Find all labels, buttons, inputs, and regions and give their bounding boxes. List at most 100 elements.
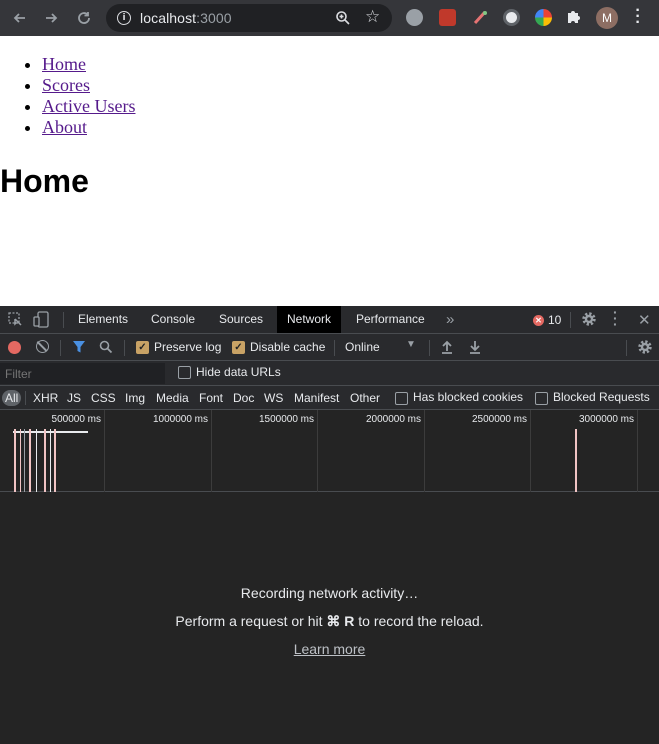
type-filter-img[interactable]: Img — [125, 390, 145, 406]
resource-type-filter: All XHR JS CSS Img Media Font Doc WS Man… — [0, 386, 659, 410]
import-har-icon[interactable] — [441, 340, 453, 357]
divider — [570, 312, 571, 328]
timeline-gridline — [317, 410, 318, 492]
back-arrow-icon[interactable] — [9, 7, 31, 29]
disable-cache-label: Disable cache — [250, 340, 326, 354]
type-filter-media[interactable]: Media — [156, 390, 189, 406]
timeline-tick-label: 2000000 ms — [365, 414, 421, 425]
blocked-requests-label: Blocked Requests — [553, 390, 650, 404]
tab-network[interactable]: Network — [277, 306, 342, 333]
filter-input[interactable] — [0, 363, 165, 384]
error-counter[interactable]: ✕ 10 — [533, 313, 561, 327]
type-filter-css[interactable]: CSS — [91, 390, 116, 406]
nav-item: Home — [42, 54, 135, 75]
type-filter-all[interactable]: All — [2, 390, 22, 406]
type-filter-manifest[interactable]: Manifest — [294, 390, 339, 406]
nav-link-active-users[interactable]: Active Users — [42, 96, 135, 116]
extension-icon[interactable] — [472, 9, 489, 26]
timeline-marker — [24, 429, 25, 492]
extension-icon[interactable] — [439, 9, 456, 26]
error-icon: ✕ — [533, 314, 544, 326]
error-count: 10 — [548, 313, 562, 327]
more-options-kebab-icon[interactable]: · · · — [613, 305, 618, 331]
divider — [626, 340, 627, 356]
type-filter-doc[interactable]: Doc — [233, 390, 254, 406]
network-overview-timeline[interactable]: 500000 ms 1000000 ms 1500000 ms 2000000 … — [0, 410, 659, 492]
timeline-tick-label: 1500000 ms — [258, 414, 314, 425]
type-filter-font[interactable]: Font — [199, 390, 223, 406]
hide-data-urls-label: Hide data URLs — [196, 365, 281, 379]
device-toolbar-icon[interactable] — [33, 311, 49, 331]
tab-sources[interactable]: Sources — [209, 306, 273, 333]
close-devtools-icon[interactable]: ✕ — [638, 311, 651, 329]
forward-arrow-icon[interactable] — [40, 7, 62, 29]
type-filter-ws[interactable]: WS — [264, 390, 283, 406]
blocked-requests-checkbox[interactable] — [535, 392, 548, 405]
learn-more-link[interactable]: Learn more — [0, 641, 659, 657]
network-settings-gear-icon[interactable] — [637, 339, 653, 358]
page-title: Home — [0, 163, 89, 199]
timeline-marker — [14, 429, 16, 492]
divider — [60, 340, 61, 356]
network-toolbar: ✓ Preserve log ✓ Disable cache Online ▼ — [0, 334, 659, 361]
menu-kebab-icon[interactable]: · · · — [633, 3, 643, 31]
timeline-marker — [54, 429, 56, 492]
more-tabs-chevron-icon[interactable]: » — [436, 306, 464, 333]
reload-icon[interactable] — [73, 7, 95, 29]
timeline-marker — [50, 429, 51, 492]
has-blocked-cookies-label: Has blocked cookies — [413, 390, 524, 404]
network-empty-state: Recording network activity… Perform a re… — [0, 492, 659, 744]
keyboard-shortcut: ⌘ R — [326, 613, 355, 629]
dropdown-caret-icon[interactable]: ▼ — [406, 339, 416, 350]
extension-icon[interactable] — [535, 9, 552, 26]
record-button[interactable] — [8, 341, 21, 354]
zoom-icon[interactable] — [335, 10, 351, 26]
tab-console[interactable]: Console — [141, 306, 205, 333]
timeline-tick-label: 500000 ms — [51, 414, 101, 425]
nav-item: Active Users — [42, 96, 135, 117]
filter-bar: Hide data URLs — [0, 361, 659, 386]
devtools-tabbar: Elements Console Sources Network Perform… — [0, 305, 659, 334]
timeline-gridline — [104, 410, 105, 492]
info-icon[interactable]: i — [117, 11, 131, 25]
timeline-tick-label: 3000000 ms — [578, 414, 634, 425]
url-text: localhost:3000 — [140, 10, 232, 26]
timeline-marker — [44, 429, 46, 492]
search-icon[interactable] — [99, 340, 113, 357]
nav-link-scores[interactable]: Scores — [42, 75, 90, 95]
puzzle-icon[interactable] — [566, 8, 584, 26]
type-filter-xhr[interactable]: XHR — [33, 390, 58, 406]
timeline-gridline — [211, 410, 212, 492]
reload-hint: Perform a request or hit ⌘ R to record t… — [175, 613, 484, 629]
settings-gear-icon[interactable] — [581, 311, 597, 330]
clear-icon[interactable] — [36, 340, 49, 353]
type-filter-other[interactable]: Other — [350, 390, 380, 406]
timeline-gridline — [530, 410, 531, 492]
filter-funnel-icon[interactable] — [72, 340, 86, 357]
type-filter-js[interactable]: JS — [67, 390, 81, 406]
divider — [63, 312, 64, 328]
preserve-log-checkbox[interactable]: ✓ — [136, 341, 149, 354]
nav-link-home[interactable]: Home — [42, 54, 86, 74]
disable-cache-checkbox[interactable]: ✓ — [232, 341, 245, 354]
recording-message: Recording network activity… — [240, 585, 419, 601]
divider — [25, 391, 26, 405]
throttle-select[interactable]: Online — [345, 340, 380, 354]
nav-link-about[interactable]: About — [42, 117, 87, 137]
export-har-icon[interactable] — [469, 340, 481, 357]
tab-performance[interactable]: Performance — [346, 306, 435, 333]
devtools-panel: Elements Console Sources Network Perform… — [0, 305, 659, 744]
divider — [334, 340, 335, 356]
page-content: Home Scores Active Users About Home — [0, 36, 659, 306]
extension-icon[interactable] — [406, 9, 423, 26]
main-nav: Home Scores Active Users About — [0, 54, 135, 138]
timeline-marker — [29, 429, 31, 492]
hide-data-urls-checkbox[interactable] — [178, 366, 191, 379]
bookmark-star-icon[interactable]: ☆ — [365, 7, 380, 27]
profile-avatar[interactable]: M — [596, 7, 618, 29]
tab-elements[interactable]: Elements — [68, 306, 138, 333]
extension-icon[interactable] — [503, 9, 520, 26]
address-bar[interactable]: i localhost:3000 ☆ — [106, 4, 392, 32]
inspect-element-icon[interactable] — [8, 312, 23, 330]
has-blocked-cookies-checkbox[interactable] — [395, 392, 408, 405]
